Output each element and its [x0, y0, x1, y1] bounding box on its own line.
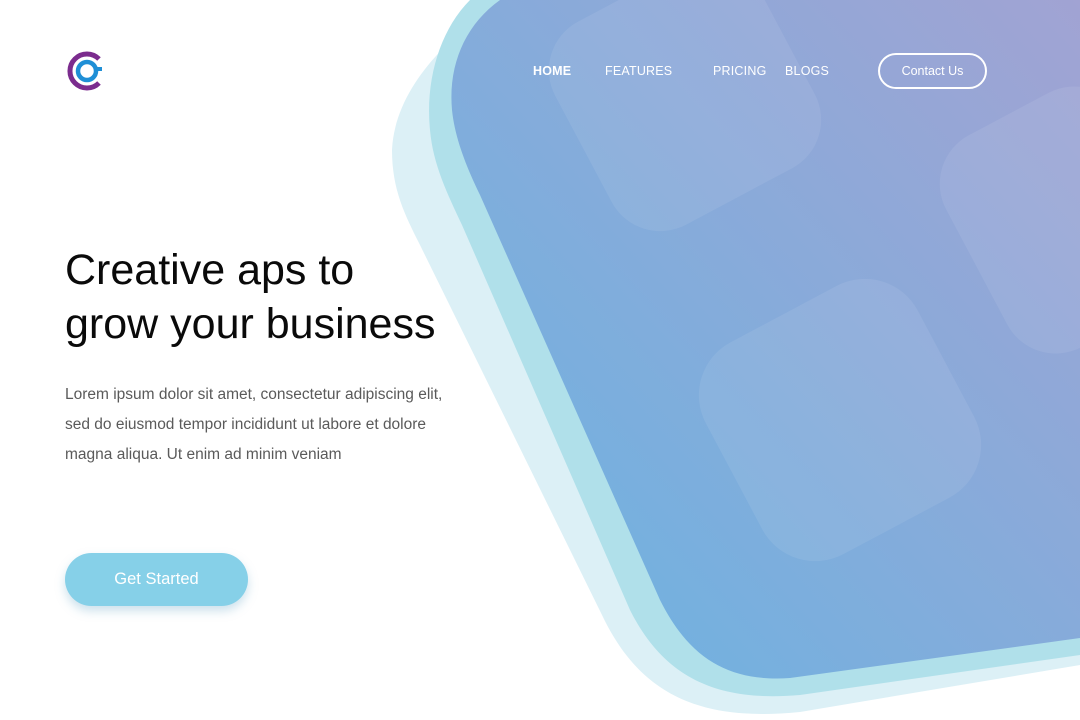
- hero-title-line: Creative aps to: [65, 246, 355, 294]
- hero-description-line: magna aliqua. Ut enim ad minim veniam: [65, 446, 342, 463]
- contact-us-button[interactable]: Contact Us: [878, 53, 987, 89]
- hero-title: Creative aps to grow your business: [65, 243, 435, 351]
- get-started-button[interactable]: Get Started: [65, 553, 248, 606]
- nav-features-link[interactable]: FEATURES: [605, 64, 672, 78]
- nav-pricing-link[interactable]: PRICING: [713, 64, 767, 78]
- hero-description-line: Lorem ipsum dolor sit amet, consectetur …: [65, 386, 443, 403]
- nav-home-link[interactable]: HOME: [533, 64, 571, 78]
- hero-background-shape: [392, 0, 1080, 714]
- hero-description-line: sed do eiusmod tempor incididunt ut labo…: [65, 416, 427, 433]
- hero-description: Lorem ipsum dolor sit amet, consectetur …: [65, 380, 505, 470]
- nav-blogs-link[interactable]: BLOGS: [785, 64, 829, 78]
- hero-title-line: grow your business: [65, 300, 436, 348]
- landing-page: HOME FEATURES PRICING BLOGS Contact Us C…: [0, 0, 1080, 720]
